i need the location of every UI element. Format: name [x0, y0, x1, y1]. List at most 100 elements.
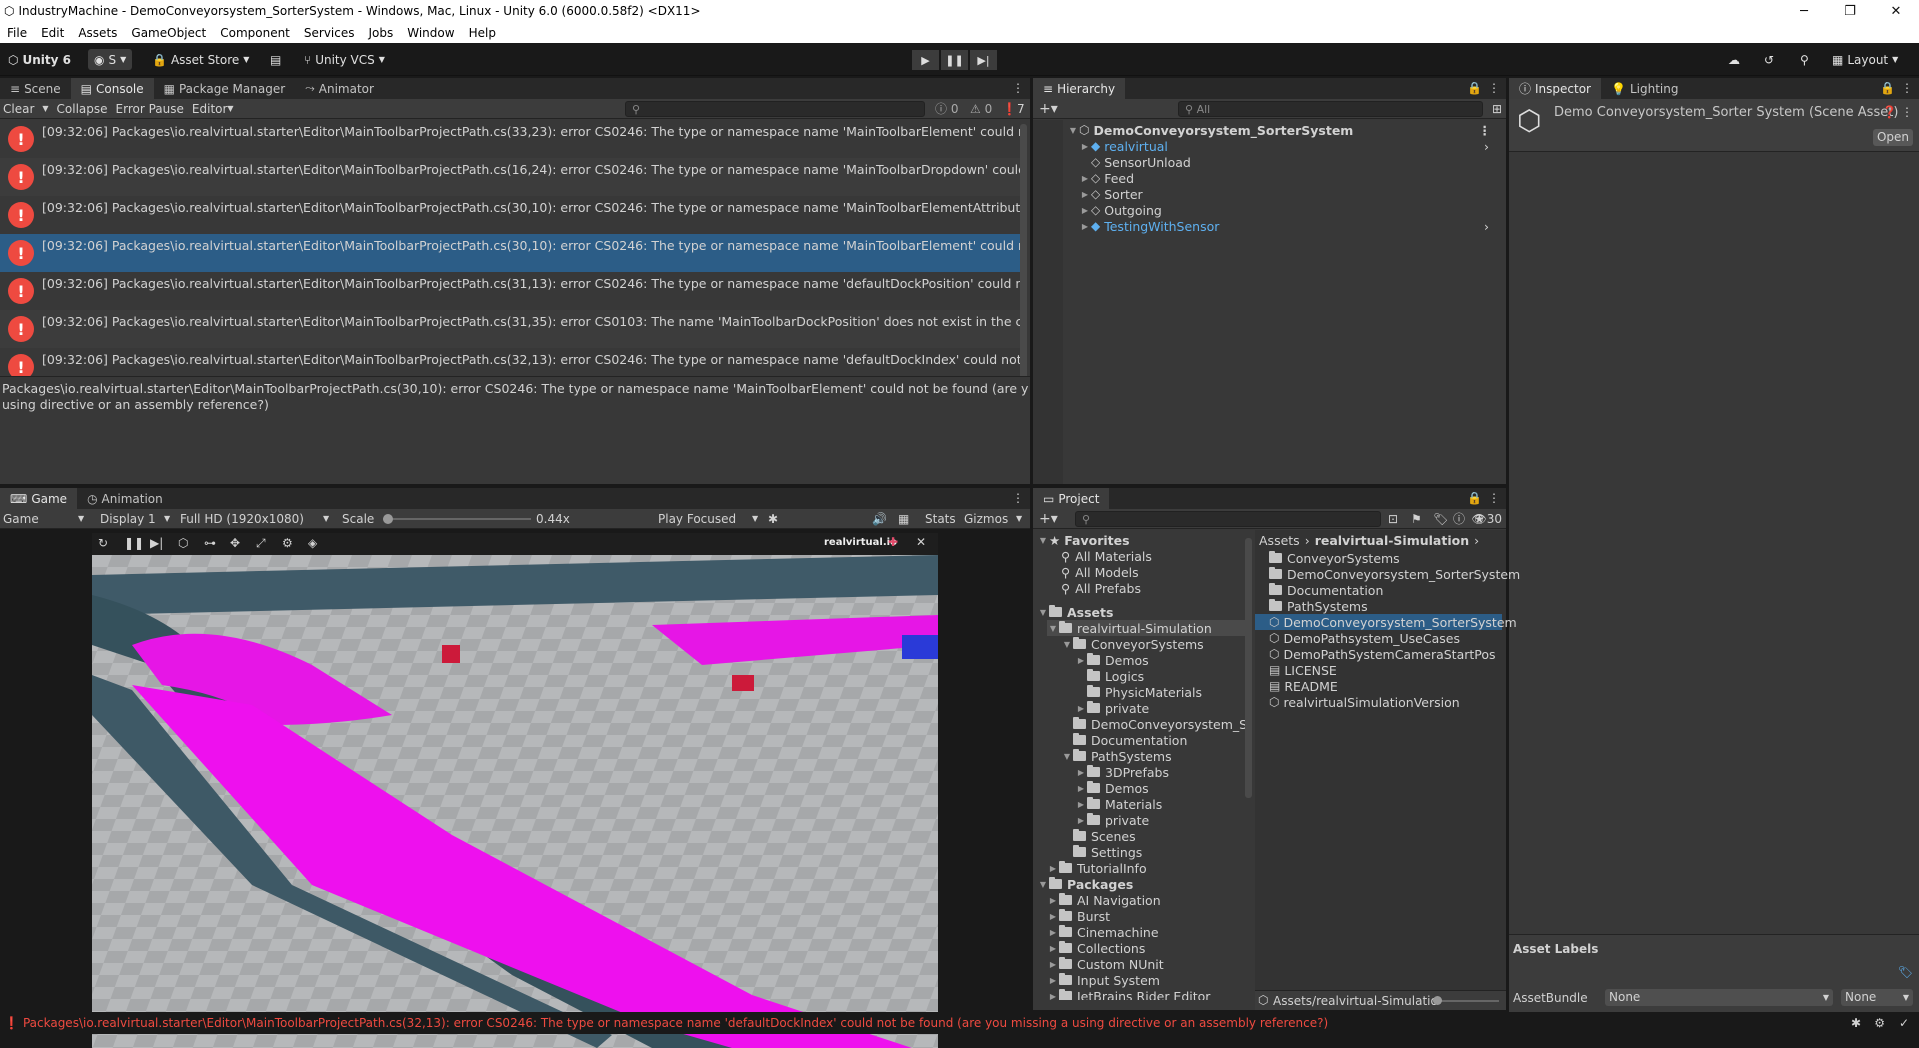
menu-gameobject[interactable]: GameObject	[124, 26, 213, 40]
tree-item[interactable]: ▼ realvirtual-Simulation	[1047, 620, 1247, 636]
expand-icon[interactable]: ▶	[1079, 190, 1091, 199]
project-tree[interactable]: ▼ ★ Favorites ⚲ All Materials ⚲ All Models ⚲…	[1033, 530, 1251, 1000]
file-item[interactable]: Documentation	[1269, 582, 1383, 598]
search-type-icon[interactable]: ⊡	[1388, 512, 1398, 526]
tree-item[interactable]: Documentation	[1061, 732, 1187, 748]
menu-jobs[interactable]: Jobs	[362, 26, 401, 40]
expand-icon[interactable]: ▶	[1079, 206, 1091, 215]
favorites-header[interactable]: ▼ ★ Favorites	[1037, 532, 1130, 548]
expand-icon[interactable]: ▶	[1079, 222, 1091, 231]
stats-button[interactable]: Stats	[925, 512, 956, 526]
tab-lighting[interactable]: 💡 Lighting	[1601, 78, 1688, 99]
file-item[interactable]: ▤ LICENSE	[1269, 662, 1337, 678]
more-icon[interactable]: ⋮	[1012, 491, 1024, 505]
tree-item[interactable]: ▼ PathSystems	[1061, 748, 1172, 764]
hierarchy-search-input[interactable]: ⚲ All	[1178, 101, 1483, 117]
refresh-icon[interactable]: ↻	[98, 536, 108, 550]
log-row[interactable]: ! [09:32:06] Packages\io.realvirtual.star…	[0, 120, 1020, 158]
tree-item[interactable]: Settings	[1061, 844, 1142, 860]
menu-component[interactable]: Component	[213, 26, 297, 40]
log-row-selected[interactable]: ! [09:32:06] Packages\io.realvirtual.star…	[0, 234, 1020, 272]
cube-icon[interactable]: ⬡	[178, 536, 188, 550]
tree-item[interactable]: DemoConveyorsystem_So	[1061, 716, 1251, 732]
packages-header[interactable]: ▼ Packages	[1037, 876, 1133, 892]
file-item-selected[interactable]: ⬡ DemoConveyorsystem_SorterSystem	[1255, 614, 1517, 630]
tree-item[interactable]: ▶ Demos	[1075, 652, 1149, 668]
asset-store-dropdown[interactable]: 🔒 Asset Store ▼	[152, 49, 249, 70]
play-icon[interactable]: ▶	[912, 50, 939, 70]
icon-size-thumb[interactable]	[1433, 996, 1442, 1005]
tree-item[interactable]: ▶ Demos	[1075, 780, 1149, 796]
tab-animation[interactable]: ◷ Animation	[77, 488, 173, 509]
menu-services[interactable]: Services	[297, 26, 362, 40]
more-icon[interactable]: ⋮	[1012, 81, 1024, 95]
package-item[interactable]: ▶ Cinemachine	[1047, 924, 1159, 940]
minimize-icon[interactable]: ─	[1781, 0, 1827, 22]
more-icon[interactable]: ⋮	[1488, 491, 1500, 505]
tab-console[interactable]: ▤ Console	[70, 78, 154, 99]
step-icon[interactable]: ▶|	[970, 50, 997, 70]
close-icon[interactable]: ✕	[1873, 0, 1919, 22]
more-icon[interactable]: ⋮	[1901, 105, 1913, 119]
layers-icon[interactable]: ◈	[308, 536, 317, 550]
gear-icon[interactable]: ⚙	[282, 536, 293, 550]
package-item[interactable]: ▶ Custom NUnit	[1047, 956, 1164, 972]
vcs-dropdown[interactable]: ⑂ Unity VCS ▼	[304, 49, 385, 70]
pause-icon[interactable]: ❚❚	[124, 536, 144, 550]
package-item[interactable]: ▶ JetBrains Rider Editor	[1047, 988, 1210, 1000]
breadcrumb-current[interactable]: realvirtual-Simulation	[1315, 533, 1469, 548]
history-icon[interactable]: ↺	[1764, 49, 1774, 70]
hierarchy-item-realvirtual[interactable]: ▶ ◆ realvirtual ›	[1079, 138, 1489, 154]
more-icon[interactable]: ⋮	[1901, 81, 1913, 95]
assets-header[interactable]: ▼ Assets	[1037, 604, 1114, 620]
favorite-item[interactable]: ⚲ All Materials	[1061, 548, 1152, 564]
project-search-input[interactable]: ⚲	[1075, 511, 1381, 527]
tree-scrollbar[interactable]	[1245, 538, 1252, 798]
help-icon[interactable]: ❓	[1882, 105, 1897, 119]
resolution-dropdown[interactable]: Full HD (1920x1080)	[180, 512, 304, 526]
package-item[interactable]: ▶ AI Navigation	[1047, 892, 1161, 908]
icon-size-slider[interactable]	[1433, 996, 1499, 1005]
breadcrumb-root[interactable]: Assets	[1259, 533, 1300, 548]
maximize-icon[interactable]: ❐	[1827, 0, 1873, 22]
cloud-icon[interactable]: ☁	[1728, 49, 1740, 70]
chevron-right-icon[interactable]: ›	[1484, 139, 1489, 154]
file-item[interactable]: PathSystems	[1269, 598, 1368, 614]
gizmos-button[interactable]: Gizmos	[964, 512, 1008, 526]
chevron-right-icon[interactable]: ›	[1484, 219, 1489, 234]
filter-type-icon[interactable]: ⚑	[1411, 512, 1422, 526]
tab-game[interactable]: ⌨ Game	[0, 488, 78, 509]
favorite-item[interactable]: ⚲ All Models	[1061, 564, 1139, 580]
log-row[interactable]: ! [09:32:06] Packages\io.realvirtual.star…	[0, 196, 1020, 234]
tree-item[interactable]: ▼ ConveyorSystems	[1061, 636, 1204, 652]
file-item[interactable]: ConveyorSystems	[1269, 550, 1400, 566]
lock-icon[interactable]: 🔒	[1467, 491, 1482, 505]
bug-icon[interactable]: ✱	[768, 512, 778, 526]
hierarchy-item-outgoing[interactable]: ▶ ◇ Outgoing	[1079, 202, 1162, 218]
tab-inspector[interactable]: ⓘ Inspector	[1509, 78, 1601, 99]
search-icon[interactable]: ⚲	[1800, 49, 1809, 70]
layout-dropdown[interactable]: ▦ Layout ▼	[1832, 49, 1898, 70]
log-row[interactable]: ! [09:32:06] Packages\io.realvirtual.star…	[0, 158, 1020, 196]
tag-icon[interactable]: 🏷	[1898, 965, 1913, 979]
open-button[interactable]: Open	[1873, 129, 1913, 146]
info-count-icon[interactable]: ⓘ 0	[935, 100, 958, 117]
file-item[interactable]: DemoConveyorsystem_SorterSystem	[1269, 566, 1520, 582]
hierarchy-root[interactable]: ▼ ⬡ DemoConveyorsystem_SorterSystem ⋮	[1067, 122, 1497, 138]
game-viewport[interactable]: ↻ ❚❚ ▶| ⬡ ⊶ ✥ ⤢ ⚙ ◈ realvirtual.io ✚ ✕	[92, 533, 938, 1048]
expand-icon[interactable]: ▶	[1079, 174, 1091, 183]
hierarchy-icon[interactable]: ⊶	[204, 536, 216, 550]
package-item[interactable]: ▶ Burst	[1047, 908, 1110, 924]
asset-bundle-dropdown[interactable]: None ▼	[1605, 989, 1833, 1006]
file-item[interactable]: ▤ README	[1269, 678, 1338, 694]
error-count-icon[interactable]: ❗7	[1002, 102, 1025, 116]
add-icon[interactable]: +▾	[1039, 101, 1058, 117]
tree-item[interactable]: Logics	[1075, 668, 1144, 684]
warning-count-icon[interactable]: ⚠ 0	[970, 102, 992, 116]
tree-item[interactable]: Scenes	[1061, 828, 1136, 844]
package-icon[interactable]: ▤	[270, 49, 281, 70]
check-icon[interactable]: ✓	[1899, 1016, 1909, 1030]
collapse-button[interactable]: Collapse	[57, 102, 108, 116]
hierarchy-item-feed[interactable]: ▶ ◇ Feed	[1079, 170, 1134, 186]
hierarchy-item-testingwithsensor[interactable]: ▶ ◆ TestingWithSensor ›	[1079, 218, 1489, 234]
